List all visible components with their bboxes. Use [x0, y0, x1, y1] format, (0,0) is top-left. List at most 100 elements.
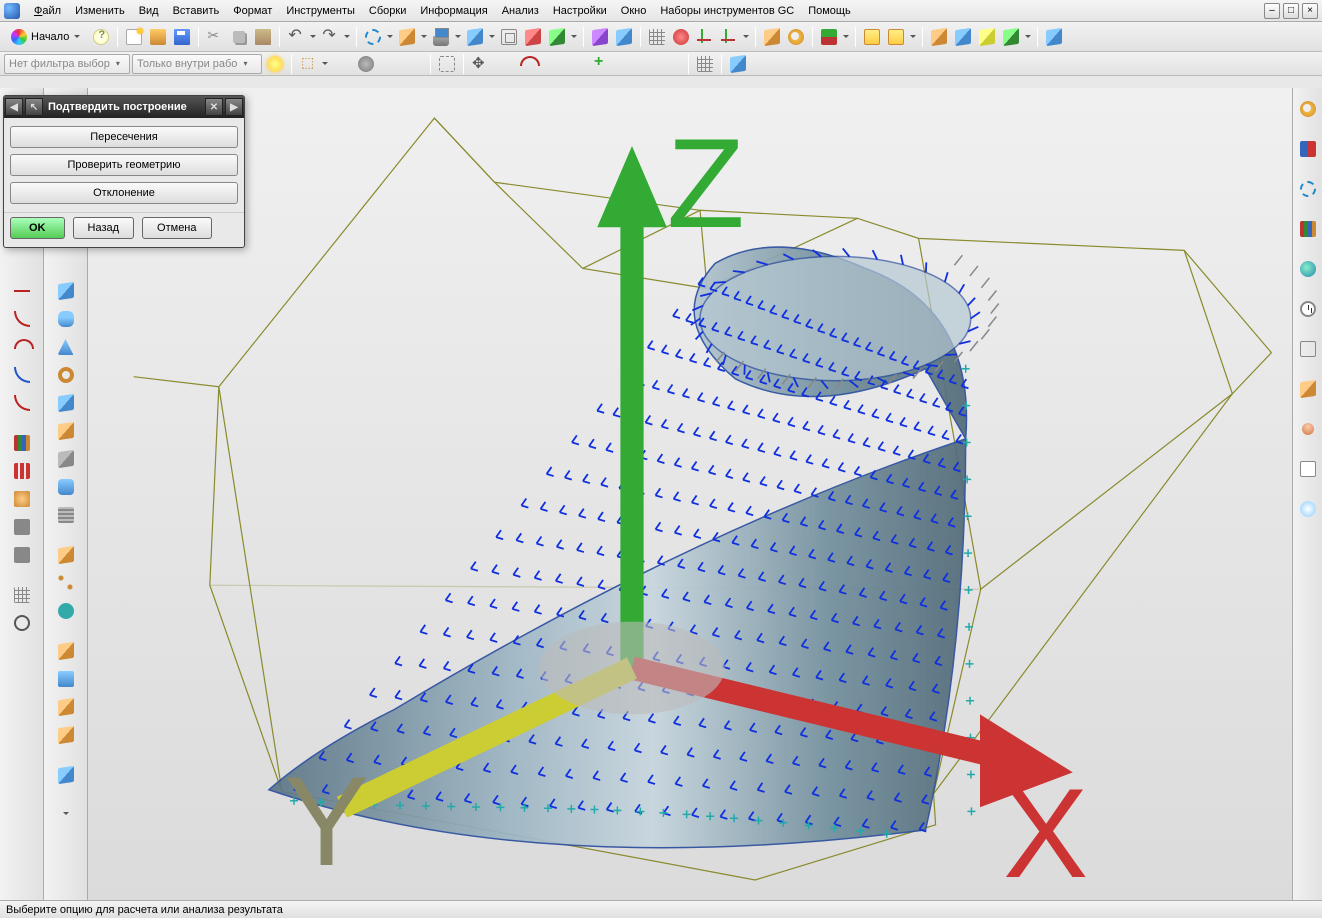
assembly3-button[interactable]	[976, 26, 998, 48]
cut-button[interactable]	[204, 26, 226, 48]
menu-info[interactable]: Информация	[414, 3, 493, 19]
render-dropdown[interactable]	[454, 26, 462, 48]
undo-dropdown[interactable]	[309, 26, 317, 48]
undo-button[interactable]	[285, 26, 307, 48]
redo-dropdown[interactable]	[343, 26, 351, 48]
paste-button[interactable]	[252, 26, 274, 48]
cone-button[interactable]	[53, 334, 79, 360]
menu-analysis[interactable]: Анализ	[496, 3, 545, 19]
box-blue3-button[interactable]	[53, 762, 79, 788]
struct-button[interactable]	[9, 514, 35, 540]
open-file-button[interactable]	[147, 26, 169, 48]
solid-button[interactable]	[727, 53, 749, 75]
menu-format[interactable]: Формат	[227, 3, 278, 19]
dialog-titlebar[interactable]: ◀ ↖ Подтвердить построение ✕ ▶	[4, 96, 244, 118]
dialog-nav-next[interactable]: ▶	[225, 98, 243, 116]
menu-insert[interactable]: Вставить	[167, 3, 226, 19]
render-button[interactable]	[430, 26, 452, 48]
assembly1-button[interactable]	[928, 26, 950, 48]
help-button[interactable]	[90, 26, 112, 48]
snap3-button[interactable]	[379, 53, 401, 75]
sel-dropdown[interactable]	[321, 53, 329, 75]
line-tool-button[interactable]	[493, 53, 515, 75]
menu-window[interactable]: Окно	[615, 3, 653, 19]
orange-box-button[interactable]	[53, 638, 79, 664]
sun-button[interactable]	[264, 53, 286, 75]
plus-tool-button[interactable]	[589, 53, 611, 75]
rt-screenshot-button[interactable]	[1295, 336, 1321, 362]
axis-dropdown[interactable]	[742, 26, 750, 48]
measure-button[interactable]	[861, 26, 883, 48]
menu-view[interactable]: Вид	[133, 3, 165, 19]
rt-cubes-button[interactable]	[1295, 376, 1321, 402]
trim-tool-button[interactable]	[637, 53, 659, 75]
layers-button[interactable]	[646, 26, 668, 48]
rt-people-button[interactable]	[1295, 416, 1321, 442]
snap4-button[interactable]	[403, 53, 425, 75]
shaded-dropdown[interactable]	[488, 26, 496, 48]
display-mode-dropdown[interactable]	[420, 26, 428, 48]
wireframe-button[interactable]	[498, 26, 520, 48]
box2-button[interactable]	[53, 390, 79, 416]
display-mode-button[interactable]	[396, 26, 418, 48]
rt-world-button[interactable]	[1295, 256, 1321, 282]
left2-expand[interactable]	[62, 802, 70, 824]
redo-button[interactable]	[319, 26, 341, 48]
atoms-button[interactable]	[670, 26, 692, 48]
section-view-button[interactable]	[546, 26, 568, 48]
rt-flags-button[interactable]	[1295, 136, 1321, 162]
view-fit-dropdown[interactable]	[386, 26, 394, 48]
rt-doc-button[interactable]	[1295, 456, 1321, 482]
measure-dropdown[interactable]	[909, 26, 917, 48]
puzzle-button[interactable]	[9, 486, 35, 512]
gc-button[interactable]	[1043, 26, 1065, 48]
unite-button[interactable]	[613, 26, 635, 48]
menu-settings[interactable]: Настройки	[547, 3, 613, 19]
barrel-button[interactable]	[53, 474, 79, 500]
menu-file[interactable]: ФФайлайл	[28, 3, 67, 19]
curve-tool-button[interactable]	[541, 53, 563, 75]
window-close-button[interactable]: ×	[1302, 3, 1318, 19]
window-minimize-button[interactable]: –	[1264, 3, 1280, 19]
slab-button[interactable]	[53, 722, 79, 748]
snap1-button[interactable]	[331, 53, 353, 75]
ok-button[interactable]: OK	[10, 217, 65, 239]
start-button[interactable]: Начало	[4, 26, 88, 48]
section-dropdown[interactable]	[570, 26, 578, 48]
stack-button[interactable]	[53, 502, 79, 528]
ruler2-button[interactable]	[885, 26, 907, 48]
boxes-button[interactable]	[53, 694, 79, 720]
flag-button[interactable]	[818, 26, 840, 48]
block-button[interactable]	[53, 278, 79, 304]
curve-blue-button[interactable]	[9, 362, 35, 388]
sheet-button[interactable]	[53, 666, 79, 692]
offset-tool-button[interactable]	[613, 53, 635, 75]
wcs-button[interactable]	[694, 26, 716, 48]
struct2-button[interactable]	[9, 542, 35, 568]
scope-combo[interactable]: Только внутри рабо	[132, 54, 262, 74]
box-orange2-button[interactable]	[53, 542, 79, 568]
grid3d-button[interactable]	[694, 53, 716, 75]
menu-help[interactable]: Помощь	[802, 3, 857, 19]
cancel-button[interactable]: Отмена	[142, 217, 211, 239]
start-dropdown-icon[interactable]	[73, 26, 81, 48]
3d-viewport[interactable]: Z X Y	[88, 88, 1292, 900]
bezier-button[interactable]	[9, 390, 35, 416]
zoom-button[interactable]	[9, 610, 35, 636]
menu-assemblies[interactable]: Сборки	[363, 3, 412, 19]
menu-tools[interactable]: Инструменты	[280, 3, 361, 19]
box-sel-button[interactable]	[436, 53, 458, 75]
view-fit-button[interactable]	[362, 26, 384, 48]
flag-dropdown[interactable]	[842, 26, 850, 48]
rt-clock-button[interactable]	[1295, 296, 1321, 322]
arc-tool-button[interactable]	[517, 53, 539, 75]
arc-red-button[interactable]	[9, 334, 35, 360]
torus-button[interactable]	[53, 362, 79, 388]
curve2-button[interactable]	[661, 53, 683, 75]
snap2-button[interactable]	[355, 53, 377, 75]
rt-target-button[interactable]	[1295, 176, 1321, 202]
dialog-nav-up[interactable]: ↖	[25, 98, 43, 116]
filter-combo[interactable]: Нет фильтра выбор	[4, 54, 130, 74]
rt-books-button[interactable]	[1295, 216, 1321, 242]
cylinder-button[interactable]	[53, 306, 79, 332]
